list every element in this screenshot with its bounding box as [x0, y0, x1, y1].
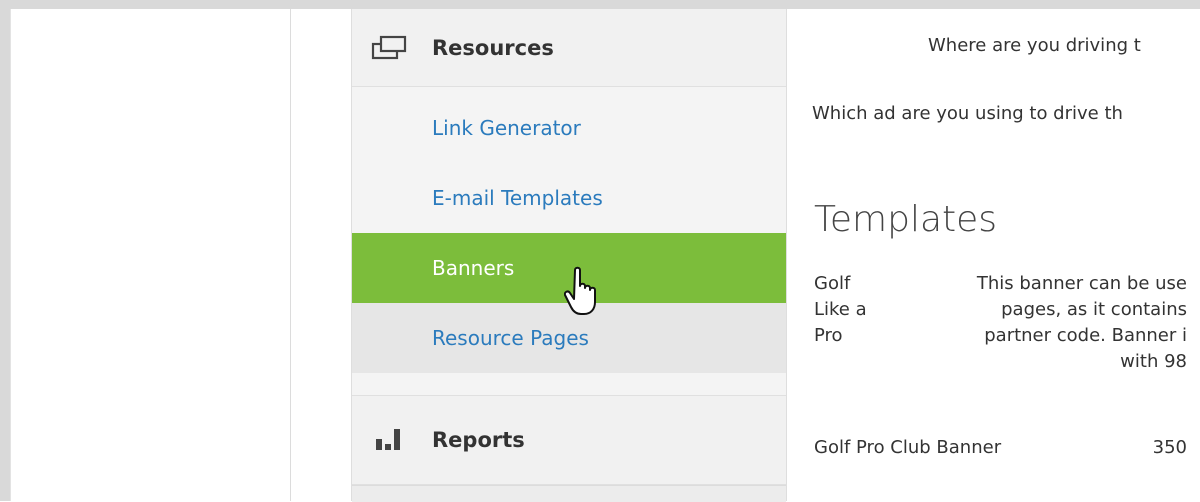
windows-icon	[371, 35, 407, 59]
template-description: This banner can be use	[976, 273, 1187, 294]
template-description: with 98	[1120, 351, 1187, 372]
window-top-border	[0, 0, 1200, 9]
window-left-divider	[10, 9, 11, 501]
sidebar-item-label: Banners	[432, 256, 515, 280]
hand-cursor-icon	[564, 266, 596, 315]
template-description: 350	[1152, 437, 1187, 458]
sidebar-item-label: E-mail Templates	[432, 186, 603, 210]
template-name: Pro	[814, 325, 843, 346]
bar-chart-icon	[376, 429, 400, 450]
resources-title: Resources	[432, 35, 554, 60]
question-destination: Where are you driving t	[928, 35, 1141, 56]
template-description: pages, as it contains	[1001, 299, 1187, 320]
resources-section-header[interactable]: Resources	[352, 9, 786, 87]
column-divider	[290, 9, 291, 501]
sidebar-item-link-generator[interactable]: Link Generator	[352, 93, 786, 163]
next-section-header	[352, 485, 786, 502]
template-name: Golf Pro Club Banner	[814, 437, 1002, 458]
reports-title: Reports	[432, 428, 525, 452]
sidebar-item-label: Resource Pages	[432, 326, 589, 350]
sidebar-item-email-templates[interactable]: E-mail Templates	[352, 163, 786, 233]
template-name: Golf	[814, 273, 851, 294]
sidebar: Resources Link Generator E-mail Template…	[351, 9, 787, 502]
template-description: partner code. Banner i	[984, 325, 1187, 346]
question-ad: Which ad are you using to drive th	[812, 103, 1123, 124]
template-name: Like a	[814, 299, 867, 320]
main-content: Where are you driving t Which ad are you…	[787, 9, 1200, 501]
reports-section-header[interactable]: Reports	[352, 395, 786, 485]
window-left-border	[0, 9, 10, 501]
sidebar-item-label: Link Generator	[432, 116, 581, 140]
templates-heading: Templates	[814, 199, 998, 240]
